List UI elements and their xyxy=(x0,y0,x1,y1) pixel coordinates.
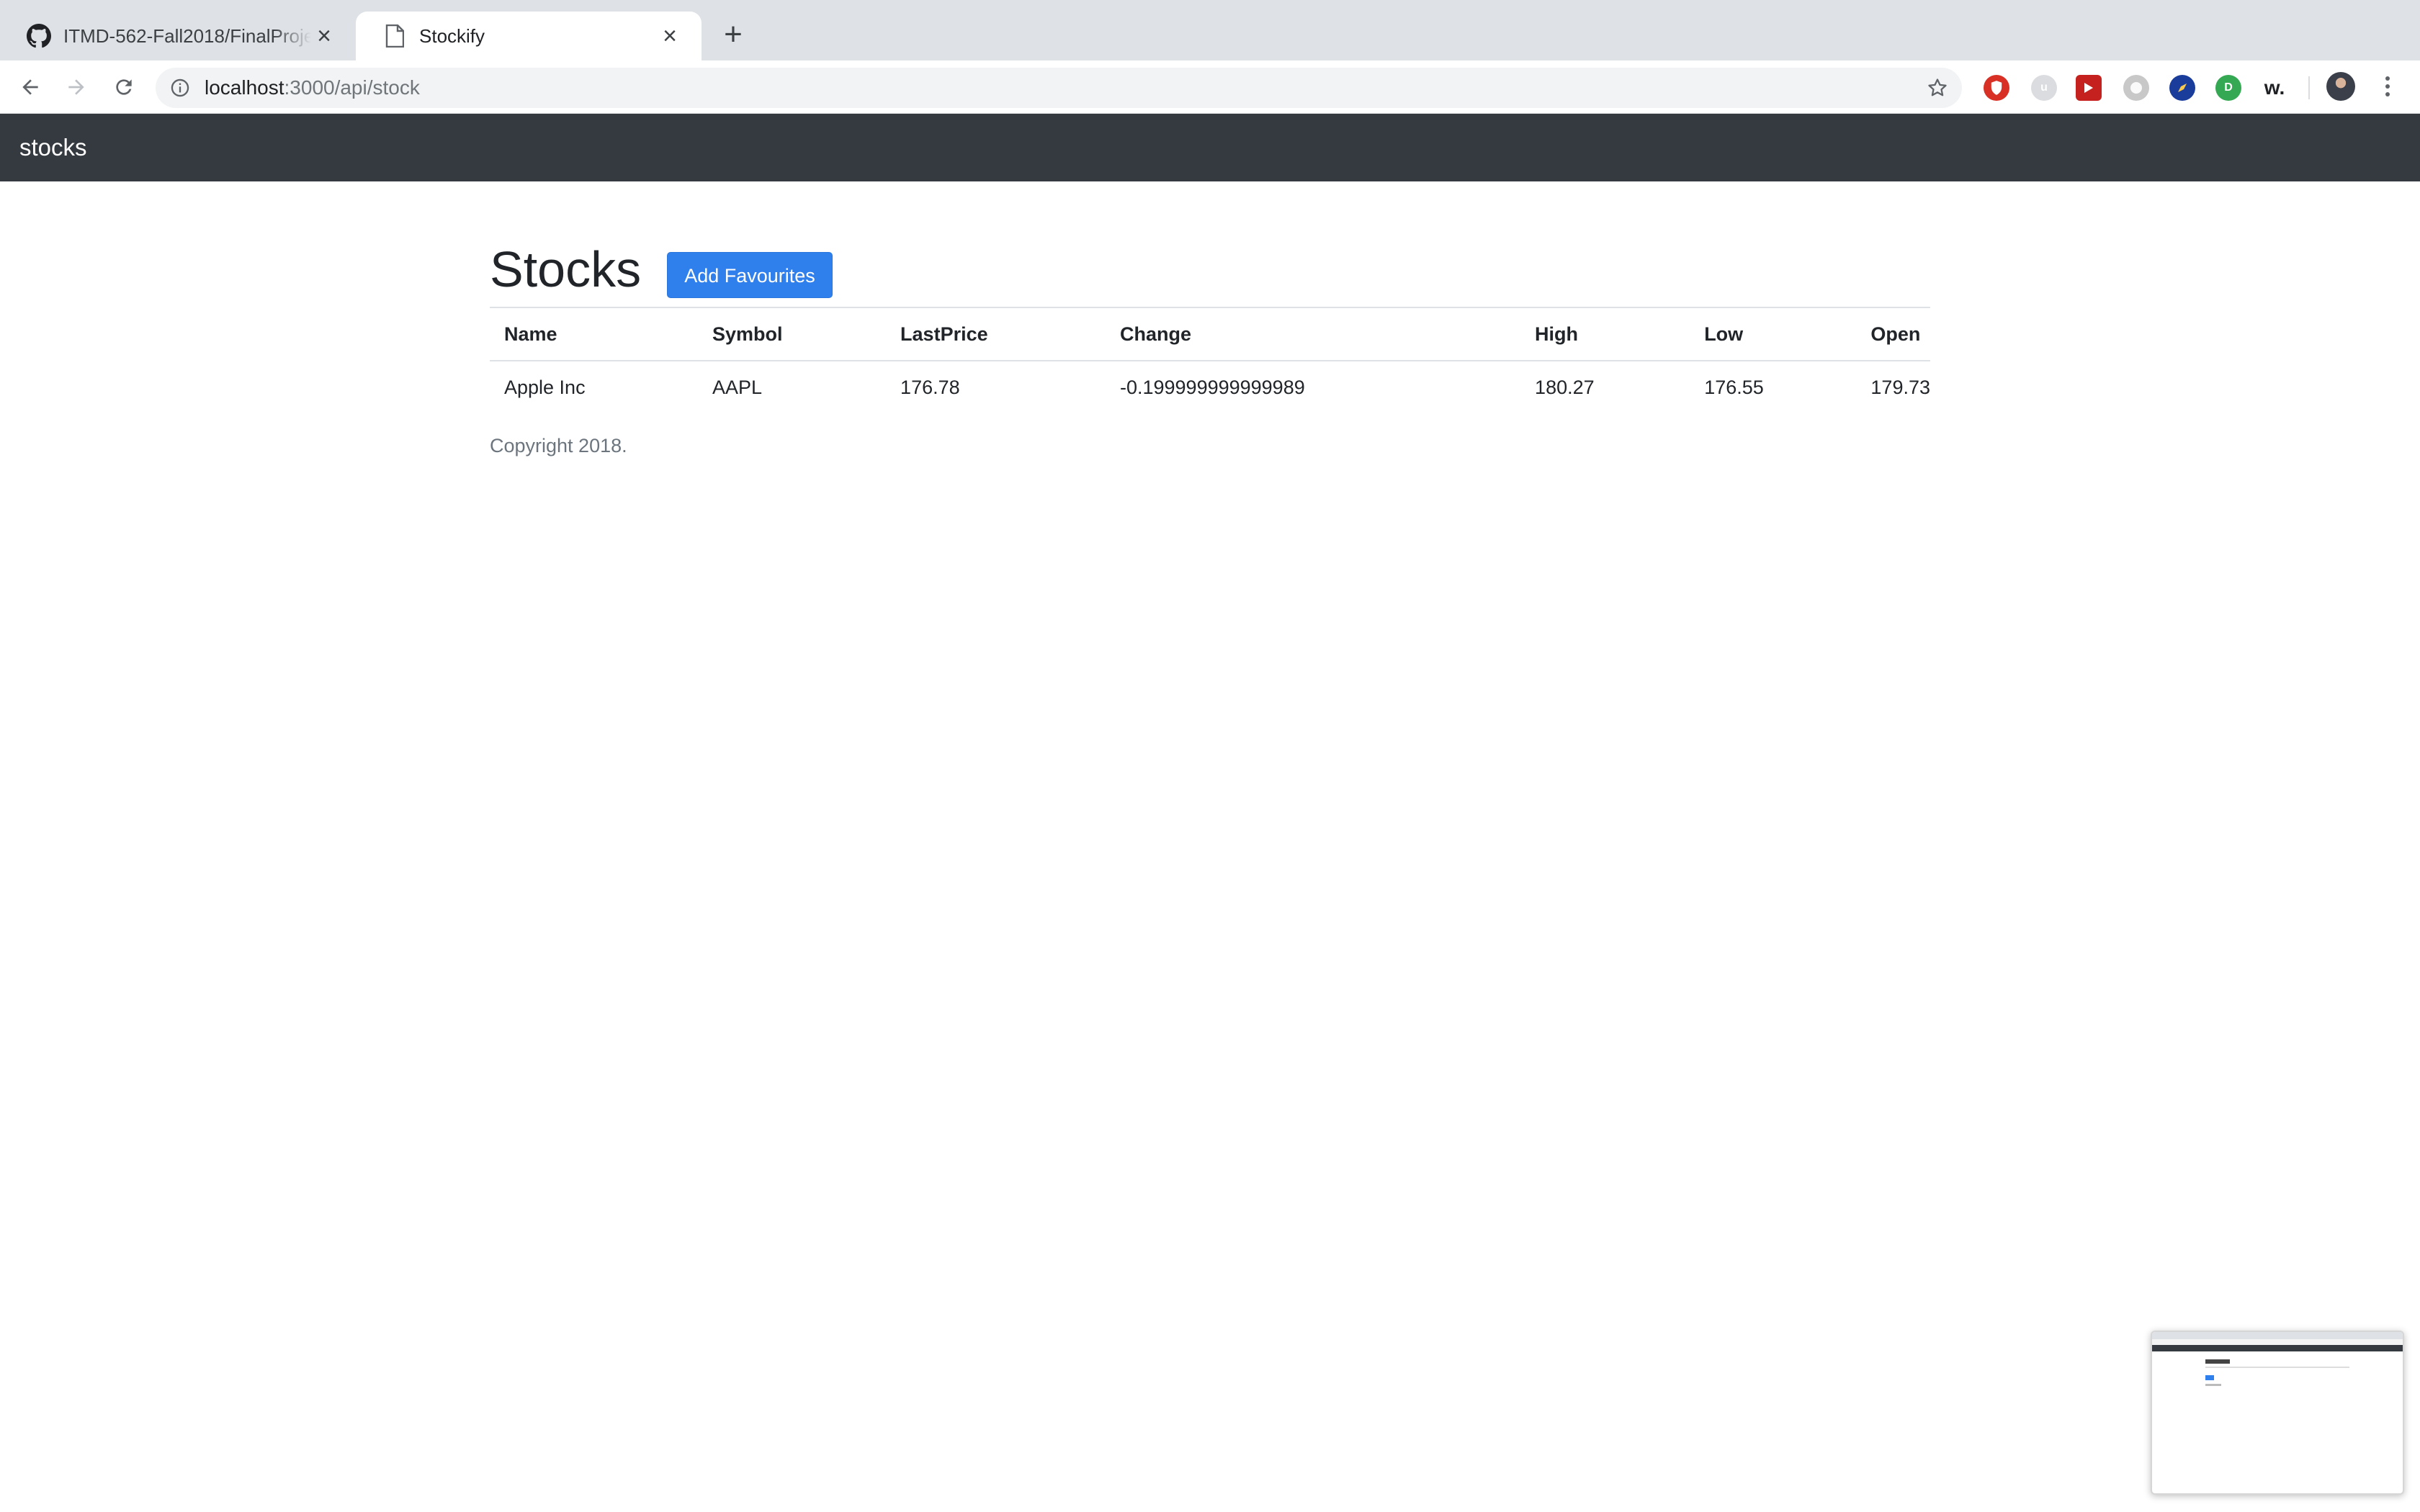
red-shield-icon[interactable] xyxy=(1984,75,2009,101)
table-body: Apple Inc AAPL 176.78 -0.199999999999989… xyxy=(490,361,1930,414)
tab-stockify[interactable]: Stockify × xyxy=(356,12,702,60)
cell-open: 179.73 xyxy=(1870,377,1930,398)
tab-title: Stockify xyxy=(419,24,485,47)
back-icon[interactable] xyxy=(16,73,45,102)
avatar[interactable] xyxy=(2326,72,2355,101)
url-host: localhost xyxy=(205,76,284,99)
page-icon xyxy=(382,23,408,49)
column-header-symbol: Symbol xyxy=(697,307,887,361)
close-icon[interactable]: × xyxy=(657,23,683,49)
column-header-low: Low xyxy=(1690,307,1857,361)
url-text: localhost:3000/api/stock xyxy=(205,68,420,108)
forward-icon[interactable] xyxy=(62,73,91,102)
gray-circle-icon[interactable]: u xyxy=(2031,75,2057,101)
menu-icon[interactable] xyxy=(2375,72,2400,101)
table-row: Apple Inc AAPL 176.78 -0.199999999999989… xyxy=(490,361,1930,414)
column-header-lastprice: LastPrice xyxy=(886,307,1106,361)
thumbnail-tabstrip xyxy=(2152,1332,2403,1339)
stocks-table: Name Symbol LastPrice Change High Low Op… xyxy=(490,307,1930,414)
close-icon[interactable]: × xyxy=(311,23,337,49)
blue-rocket-icon[interactable] xyxy=(2169,75,2195,101)
toolbar-separator xyxy=(2308,76,2310,99)
browser-window: ITMD-562-Fall2018/FinalProject × Stockif… xyxy=(0,0,2420,1512)
navbar-brand[interactable]: stocks xyxy=(19,114,87,181)
info-icon[interactable] xyxy=(169,76,192,99)
add-favourites-button[interactable]: Add Favourites xyxy=(667,252,833,298)
url-path: :3000/api/stock xyxy=(284,76,420,99)
thumbnail-navbar xyxy=(2152,1345,2403,1351)
cell-symbol: AAPL xyxy=(712,377,763,398)
page-viewport: stocks Stocks Add Favourites Name Symbol… xyxy=(0,114,2420,1512)
column-header-name: Name xyxy=(490,307,698,361)
table-header: Name Symbol LastPrice Change High Low Op… xyxy=(490,307,1930,361)
navbar: stocks xyxy=(0,114,2420,181)
cell-lastprice: 176.78 xyxy=(900,377,960,398)
thumbnail-divider xyxy=(2205,1367,2349,1368)
column-header-open: Open xyxy=(1856,307,1930,361)
column-header-change: Change xyxy=(1105,307,1521,361)
thumbnail-heading xyxy=(2205,1359,2230,1364)
github-icon xyxy=(26,23,52,49)
gray-dot-icon[interactable] xyxy=(2123,75,2149,101)
cell-high: 180.27 xyxy=(1535,377,1595,398)
thumbnail-button xyxy=(2205,1375,2214,1380)
table-header-row: Name Symbol LastPrice Change High Low Op… xyxy=(490,307,1930,361)
browser-toolbar: localhost:3000/api/stock u D w. xyxy=(0,60,2420,114)
footer-copyright: Copyright 2018. xyxy=(490,435,627,456)
column-header-high: High xyxy=(1520,307,1690,361)
bookmark-star-icon[interactable] xyxy=(1926,76,1949,99)
green-circle-icon[interactable]: D xyxy=(2215,75,2241,101)
tab-github[interactable]: ITMD-562-Fall2018/FinalProject × xyxy=(0,12,356,60)
tab-title: ITMD-562-Fall2018/FinalProject xyxy=(63,24,311,47)
reload-icon[interactable] xyxy=(109,73,138,102)
address-bar[interactable]: localhost:3000/api/stock xyxy=(156,68,1962,108)
thumbnail-toolbar xyxy=(2152,1339,2403,1345)
screenshot-thumbnail[interactable] xyxy=(2151,1331,2404,1495)
tab-strip: ITMD-562-Fall2018/FinalProject × Stockif… xyxy=(0,0,2420,60)
cell-name: Apple Inc xyxy=(504,377,586,398)
w-icon[interactable]: w. xyxy=(2259,75,2290,101)
cell-low: 176.55 xyxy=(1704,377,1764,398)
cell-change: -0.199999999999989 xyxy=(1119,377,1305,398)
thumbnail-text xyxy=(2205,1384,2221,1386)
new-tab-button[interactable]: + xyxy=(719,19,748,50)
red-play-icon[interactable] xyxy=(2076,75,2102,101)
page-title: Stocks xyxy=(490,241,642,297)
